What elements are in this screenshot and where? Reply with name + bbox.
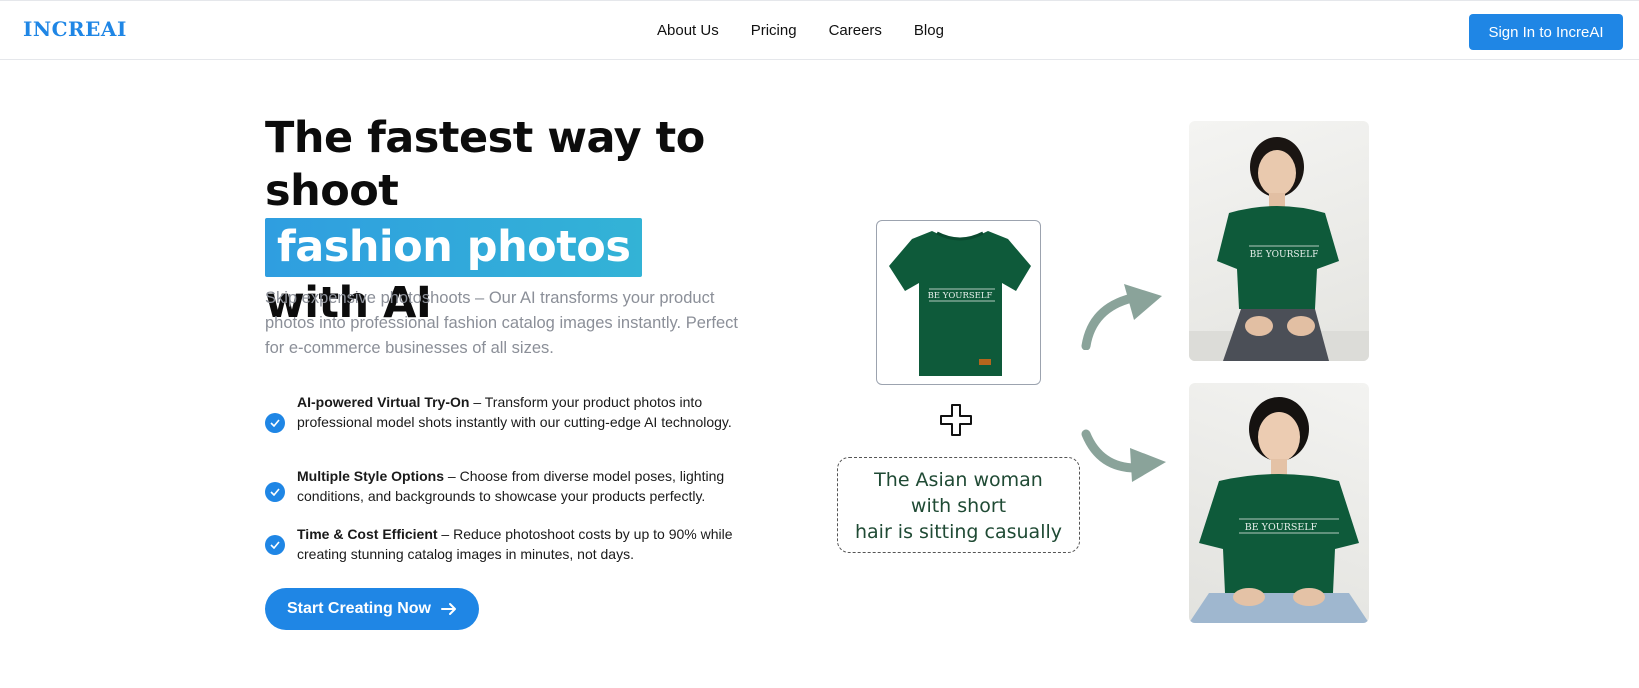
check-icon xyxy=(265,535,285,555)
tshirt-image: BE YOURSELF xyxy=(889,231,1031,376)
plus-icon xyxy=(940,404,972,436)
curved-arrow-up-icon xyxy=(1081,284,1162,350)
nav-careers[interactable]: Careers xyxy=(829,22,882,39)
shirt-print-text: BE YOURSELF xyxy=(928,291,993,301)
model-photo-front: BE YOURSELF xyxy=(1189,383,1369,623)
feature-title: AI-powered Virtual Try-On xyxy=(297,394,470,410)
start-creating-button[interactable]: Start Creating Now xyxy=(265,588,479,630)
nav-about-us[interactable]: About Us xyxy=(657,22,719,39)
model-image: BE YOURSELF xyxy=(1189,397,1369,623)
product-image-card: BE YOURSELF xyxy=(876,220,1041,385)
cta-label: Start Creating Now xyxy=(286,600,431,617)
feature-list: AI-powered Virtual Try-On – Transform yo… xyxy=(265,392,755,566)
feature-title: Time & Cost Efficient xyxy=(297,526,438,542)
headline-line-1: The fastest way to xyxy=(265,113,705,163)
model-photo-sitting: BE YOURSELF xyxy=(1189,121,1369,361)
main-nav: About Us Pricing Careers Blog xyxy=(657,22,944,39)
hero-subtitle: Skip expensive photoshoots – Our AI tran… xyxy=(265,289,738,357)
feature-title: Multiple Style Options xyxy=(297,468,445,484)
prompt-box: The Asian woman with short hair is sitti… xyxy=(837,457,1080,553)
arrow-right-icon xyxy=(441,603,456,615)
headline-shoot: shoot xyxy=(265,166,399,216)
curved-arrow-down-icon xyxy=(1081,429,1166,482)
prompt-line: with short xyxy=(910,495,1007,517)
headline-highlight: fashion photos xyxy=(265,218,643,277)
model-image: BE YOURSELF xyxy=(1189,137,1369,361)
prompt-line: hair is sitting casually xyxy=(854,521,1062,543)
check-icon xyxy=(265,482,285,502)
prompt-line: The Asian woman xyxy=(874,469,1043,491)
feature-item: Time & Cost Efficient – Reduce photoshoo… xyxy=(265,524,755,566)
sign-in-button[interactable]: Sign In to IncreAI xyxy=(1469,14,1623,50)
shirt-print-text: BE YOURSELF xyxy=(1250,250,1319,260)
feature-item: Multiple Style Options – Choose from div… xyxy=(265,466,755,518)
logo[interactable]: INCREAI xyxy=(23,17,127,41)
nav-pricing[interactable]: Pricing xyxy=(751,22,797,39)
shirt-print-text: BE YOURSELF xyxy=(1245,522,1318,533)
check-icon xyxy=(265,413,285,433)
site-header: INCREAI About Us Pricing Careers Blog Si… xyxy=(0,0,1639,60)
nav-blog[interactable]: Blog xyxy=(914,22,944,39)
feature-item: AI-powered Virtual Try-On – Transform yo… xyxy=(265,392,755,454)
